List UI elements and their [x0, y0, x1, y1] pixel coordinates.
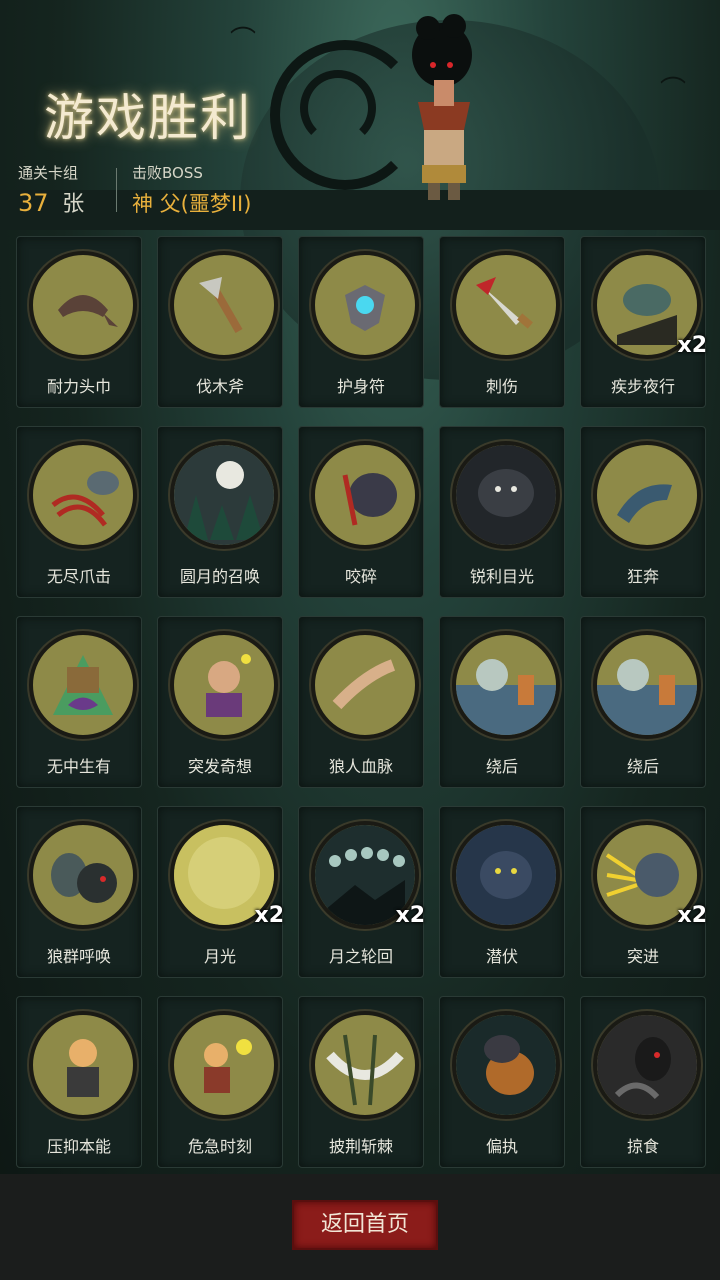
card-name: 突发奇想: [187, 757, 252, 776]
card-name: 突进: [626, 947, 659, 966]
stat-divider: [116, 168, 117, 212]
card-tile[interactable]: x2 月光: [157, 806, 285, 978]
card-tile[interactable]: 咬碎: [298, 426, 424, 598]
card-tile[interactable]: x2 疾步夜行: [580, 236, 708, 408]
card-name: 狂奔: [626, 567, 659, 586]
card-tile[interactable]: 绕后: [439, 616, 565, 788]
card-name: 绕后: [485, 757, 518, 776]
card-count-badge: x2: [254, 903, 285, 928]
victory-title: 游戏胜利: [44, 89, 252, 147]
card-name: 疾步夜行: [610, 377, 675, 396]
card-tile[interactable]: 压抑本能: [16, 996, 142, 1168]
card-name: 无中生有: [46, 757, 111, 776]
full-moon-forest-icon: [170, 441, 278, 549]
boss-label: 击败BOSS: [132, 164, 203, 182]
predation-icon: [593, 1011, 701, 1119]
summon-icon: [29, 631, 137, 739]
card-name: 危急时刻: [187, 1137, 252, 1156]
crisis-icon: [170, 1011, 278, 1119]
card-name: 压抑本能: [46, 1137, 111, 1156]
spiral-inner-decoration: [300, 70, 376, 146]
card-name: 耐力头巾: [46, 377, 111, 396]
card-tile[interactable]: 披荆斩棘: [298, 996, 424, 1168]
amulet-icon: [311, 251, 419, 359]
flank-icon: [593, 631, 701, 739]
card-name: 潜伏: [485, 947, 518, 966]
card-tile[interactable]: x2 突进: [580, 806, 708, 978]
bat-icon: ⌒: [230, 26, 257, 56]
card-name: 月光: [203, 947, 236, 966]
deck-count: 37: [18, 189, 49, 217]
card-tile[interactable]: 偏执: [439, 996, 565, 1168]
deck-unit: 张: [62, 192, 85, 217]
claw-icon: [29, 441, 137, 549]
card-name: 狼群呼唤: [46, 947, 111, 966]
dagger-icon: [452, 251, 560, 359]
wolf-dash-icon: [593, 441, 701, 549]
card-name: 掠食: [626, 1137, 659, 1156]
ground-silhouette: [0, 190, 720, 230]
card-name: 咬碎: [344, 567, 377, 586]
card-tile[interactable]: x2 月之轮回: [298, 806, 426, 978]
card-name: 伐木斧: [195, 377, 244, 396]
card-tile[interactable]: 掠食: [580, 996, 706, 1168]
card-tile[interactable]: 护身符: [298, 236, 424, 408]
bite-icon: [311, 441, 419, 549]
card-count-badge: x2: [677, 333, 708, 358]
wolf-eyes-icon: [452, 441, 560, 549]
card-count-badge: x2: [395, 903, 426, 928]
card-tile[interactable]: 危急时刻: [157, 996, 283, 1168]
thorn-slash-icon: [311, 1011, 419, 1119]
hero-character-illustration: [412, 14, 472, 200]
card-name: 月之轮回: [328, 947, 393, 966]
deck-count-row: 37 张: [18, 186, 84, 218]
flank-icon: [452, 631, 560, 739]
card-tile[interactable]: 耐力头巾: [16, 236, 142, 408]
card-tile[interactable]: 狼人血脉: [298, 616, 424, 788]
card-name: 披荆斩棘: [328, 1137, 393, 1156]
bat-icon: ⌒: [660, 76, 687, 106]
card-name: 无尽爪击: [46, 567, 111, 586]
card-name: 锐利目光: [469, 567, 534, 586]
card-tile[interactable]: 潜伏: [439, 806, 565, 978]
card-name: 护身符: [336, 377, 385, 396]
card-tile[interactable]: 无中生有: [16, 616, 142, 788]
card-tile[interactable]: 刺伤: [439, 236, 565, 408]
bloodline-icon: [311, 631, 419, 739]
return-home-button[interactable]: 返回首页: [292, 1200, 438, 1250]
card-name: 圆月的召唤: [179, 567, 260, 586]
card-tile[interactable]: 突发奇想: [157, 616, 283, 788]
card-tile[interactable]: 锐利目光: [439, 426, 565, 598]
card-name: 绕后: [626, 757, 659, 776]
boss-name: 神 父(噩梦II): [132, 192, 252, 216]
wolf-pack-icon: [29, 821, 137, 929]
bandana-icon: [29, 251, 137, 359]
card-name: 偏执: [485, 1137, 518, 1156]
axe-icon: [170, 251, 278, 359]
card-name: 刺伤: [485, 377, 518, 396]
suppress-icon: [29, 1011, 137, 1119]
card-tile[interactable]: 圆月的召唤: [157, 426, 283, 598]
paranoia-icon: [452, 1011, 560, 1119]
card-name: 狼人血脉: [328, 757, 393, 776]
card-tile[interactable]: 绕后: [580, 616, 706, 788]
idea-icon: [170, 631, 278, 739]
card-tile[interactable]: 狼群呼唤: [16, 806, 142, 978]
card-tile[interactable]: 狂奔: [580, 426, 706, 598]
card-count-badge: x2: [677, 903, 708, 928]
card-tile[interactable]: 无尽爪击: [16, 426, 142, 598]
card-tile[interactable]: 伐木斧: [157, 236, 283, 408]
lurk-icon: [452, 821, 560, 929]
deck-label: 通关卡组: [18, 164, 79, 182]
